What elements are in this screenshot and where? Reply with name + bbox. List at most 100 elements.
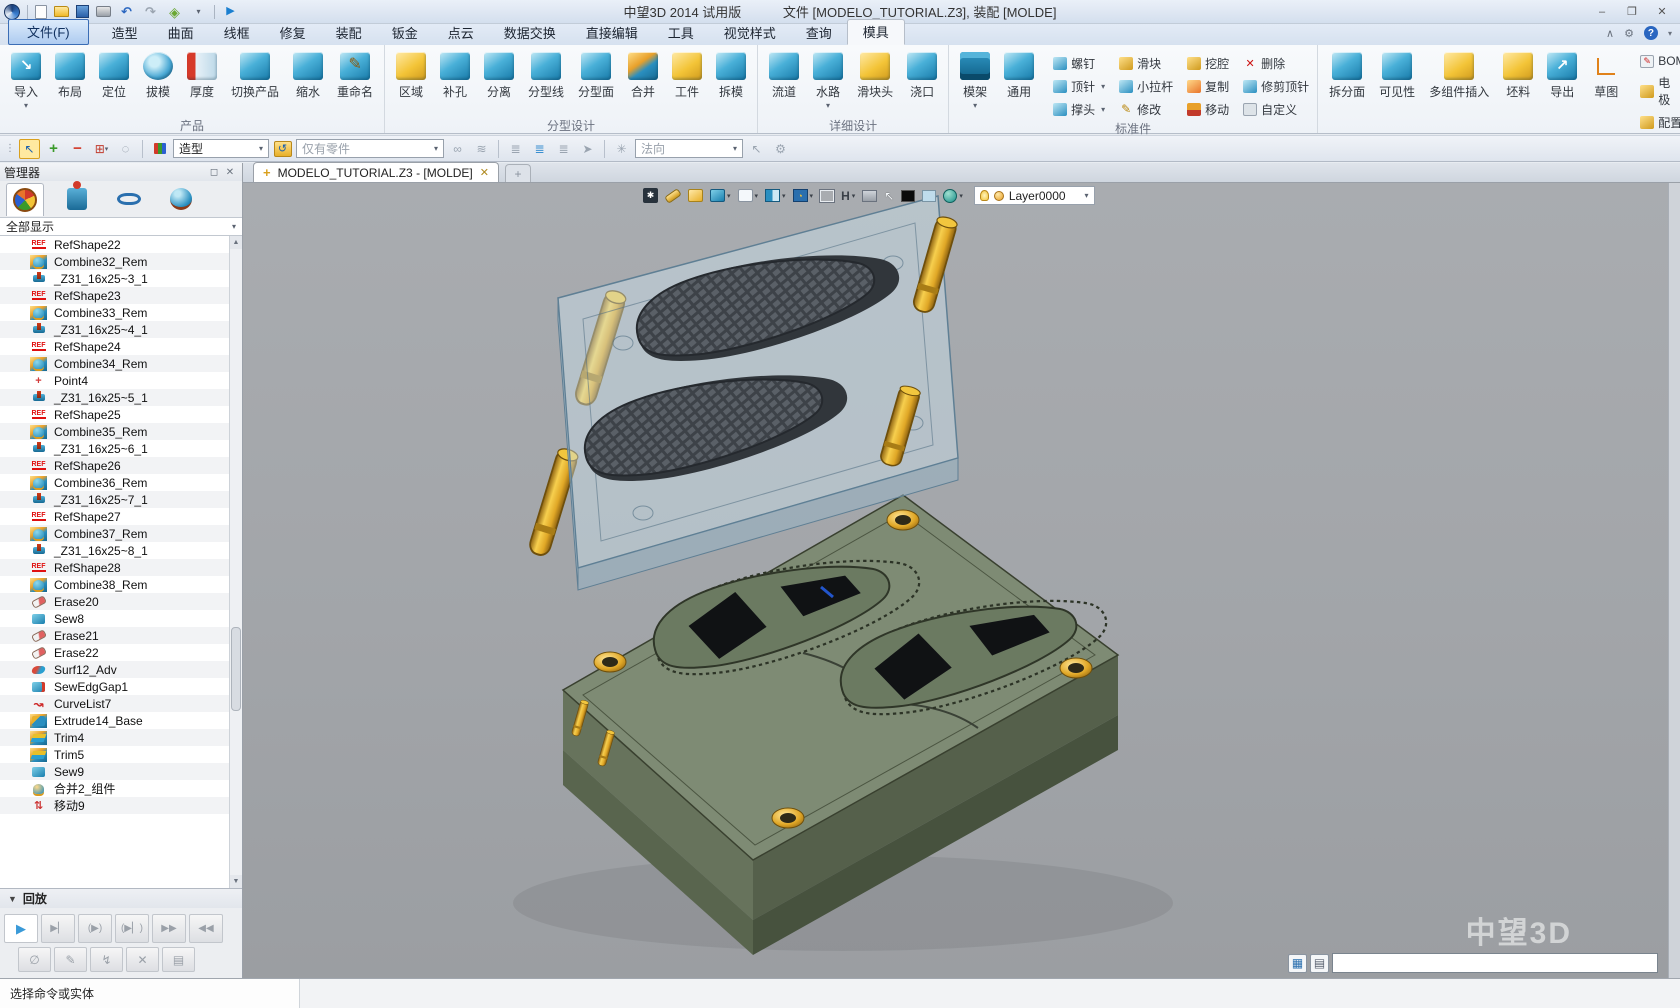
tree-item[interactable]: Combine38_Rem [0, 576, 229, 593]
align-icon[interactable]: H▾ [841, 189, 855, 203]
tree-item[interactable]: 移动9 [0, 797, 229, 814]
tree-item[interactable]: Combine32_Rem [0, 253, 229, 270]
burst-icon[interactable]: ✳ [611, 139, 632, 159]
list-toggle-button[interactable]: ▤ [1310, 954, 1329, 973]
lasso-icon[interactable]: ◌ [115, 139, 136, 159]
help-dropdown-icon[interactable]: ▾ [1668, 29, 1672, 38]
tree-item[interactable]: Combine36_Rem [0, 474, 229, 491]
select-cursor-icon[interactable]: ↖ [884, 189, 894, 203]
3d-scene[interactable] [243, 183, 1668, 978]
continue-command-icon[interactable]: ▶ [222, 4, 239, 19]
tree-item[interactable]: _Z31_16x25~8_1 [0, 542, 229, 559]
constrain-icon[interactable]: ≋ [471, 139, 492, 159]
tree-item[interactable]: 合并2_组件 [0, 780, 229, 797]
quick-access-dropdown-icon[interactable]: ▾ [190, 4, 207, 19]
save-icon[interactable] [76, 5, 89, 18]
tree-item[interactable]: RefShape27 [0, 508, 229, 525]
shaded-mode-icon[interactable]: ▾ [710, 189, 731, 202]
tree-filter-combo[interactable]: 全部显示 ▾ [0, 218, 242, 236]
manager-tab-visual[interactable] [110, 183, 148, 216]
ribbon-button[interactable]: 补孔 [433, 48, 477, 101]
ribbon-small-button[interactable]: 螺钉 [1049, 52, 1109, 74]
zoom-frame-icon[interactable] [820, 190, 834, 202]
tree-item[interactable]: RefShape23 [0, 287, 229, 304]
command-input[interactable] [1332, 953, 1658, 973]
new-tab-button[interactable]: + [505, 164, 531, 182]
menu-tab[interactable]: 装配 [321, 21, 377, 45]
ribbon-button[interactable]: 合并 [621, 48, 665, 101]
tab-mold-active[interactable]: 模具 [847, 19, 905, 45]
menu-tab[interactable]: 修复 [265, 21, 321, 45]
replay-list-button[interactable]: ▤ [162, 947, 195, 972]
restore-button[interactable]: ❐ [1618, 3, 1646, 20]
replay-delete-button[interactable]: ✕ [126, 947, 159, 972]
tree-item[interactable]: Combine37_Rem [0, 525, 229, 542]
pick-target-icon[interactable]: ◈ [166, 4, 183, 19]
ribbon-button[interactable]: 浇口 [900, 48, 944, 101]
settings-gear-icon[interactable]: ⚙ [1624, 27, 1634, 40]
ribbon-small-button[interactable]: 滑块 [1115, 52, 1177, 74]
tree-item[interactable]: Combine34_Rem [0, 355, 229, 372]
filter-list-2-icon[interactable]: ≣ [529, 139, 550, 159]
replay-edit-button[interactable]: ✎ [54, 947, 87, 972]
tree-item[interactable]: Trim4 [0, 729, 229, 746]
ribbon-small-button[interactable]: 配置 [1636, 112, 1680, 133]
menu-tab[interactable]: 线框 [209, 21, 265, 45]
ribbon-button[interactable]: 模架 ▾ [953, 48, 997, 111]
ribbon-button[interactable]: 分型线 [521, 48, 571, 101]
replay-step-button[interactable]: ▶▏ [41, 914, 75, 943]
tree-item[interactable]: Erase22 [0, 644, 229, 661]
help-icon[interactable]: ? [1644, 26, 1658, 40]
replay-unlink-button[interactable]: ∅ [18, 947, 51, 972]
ribbon-button[interactable]: 可见性 [1372, 48, 1422, 101]
replay-play-to-button[interactable]: (▶) [78, 914, 112, 943]
tree-item[interactable]: Surf12_Adv [0, 661, 229, 678]
scroll-up-icon[interactable]: ▲ [230, 236, 242, 249]
ribbon-button[interactable]: 拔模 [136, 48, 180, 101]
filter-list-1-icon[interactable]: ≣ [505, 139, 526, 159]
document-tab[interactable]: + MODELO_TUTORIAL.Z3 - [MOLDE] ✕ [253, 162, 499, 182]
menu-tab[interactable]: 直接编辑 [571, 21, 653, 45]
wireframe-mode-icon[interactable]: ▾ [738, 189, 759, 202]
link-icon[interactable]: ∞ [447, 139, 468, 159]
ribbon-small-button[interactable]: 自定义 [1239, 98, 1313, 120]
ribbon-small-button[interactable]: 移动 [1183, 98, 1233, 120]
tree-item[interactable]: SewEdgGap1 [0, 678, 229, 695]
tab-close-icon[interactable]: ✕ [480, 166, 489, 179]
tab-file[interactable]: 文件(F) [8, 19, 89, 45]
ribbon-small-button[interactable]: BOM [1636, 52, 1680, 70]
tree-item[interactable]: RefShape26 [0, 457, 229, 474]
color-filter-icon[interactable] [149, 139, 170, 159]
menu-tab[interactable]: 钣金 [377, 21, 433, 45]
ribbon-button[interactable]: 分离 [477, 48, 521, 101]
remove-icon[interactable]: − [67, 139, 88, 159]
filter-pick-icon[interactable]: ➤ [577, 139, 598, 159]
tree-item[interactable]: _Z31_16x25~3_1 [0, 270, 229, 287]
undo-icon[interactable]: ↶ [118, 4, 135, 19]
manager-tab-assembly[interactable] [58, 183, 96, 216]
ribbon-button[interactable]: 厚度 [180, 48, 224, 101]
replay-key-button[interactable]: ↯ [90, 947, 123, 972]
pick-entity-icon[interactable]: ↖ [19, 139, 40, 159]
tab-plus-icon[interactable]: + [263, 165, 271, 180]
menu-tab[interactable]: 数据交换 [489, 21, 571, 45]
ribbon-button[interactable]: 重命名 [330, 48, 380, 101]
black-color-swatch[interactable] [901, 190, 915, 202]
ribbon-button[interactable]: 滑块头 [850, 48, 900, 101]
tree-item[interactable]: RefShape22 [0, 236, 229, 253]
menu-tab[interactable]: 点云 [433, 21, 489, 45]
open-file-icon[interactable] [54, 6, 69, 17]
layer-combo[interactable]: Layer0000 ▾ [974, 186, 1095, 205]
ribbon-small-button[interactable]: 撑头 ▾ [1049, 98, 1109, 120]
scroll-down-icon[interactable]: ▼ [230, 875, 242, 888]
ribbon-small-button[interactable]: 修改 [1115, 98, 1177, 120]
normal-combo[interactable]: 法向 ▾ [635, 139, 743, 158]
replay-play-button[interactable]: ▶ [4, 914, 38, 943]
menu-tab[interactable]: 造型 [97, 21, 153, 45]
ribbon-small-button[interactable]: 电极 ▾ [1636, 72, 1680, 110]
scroll-thumb[interactable] [231, 627, 241, 711]
tree-item[interactable]: RefShape24 [0, 338, 229, 355]
brush-icon[interactable] [665, 192, 681, 200]
ribbon-button[interactable]: 导出 [1540, 48, 1584, 101]
tree-item[interactable]: Erase21 [0, 627, 229, 644]
